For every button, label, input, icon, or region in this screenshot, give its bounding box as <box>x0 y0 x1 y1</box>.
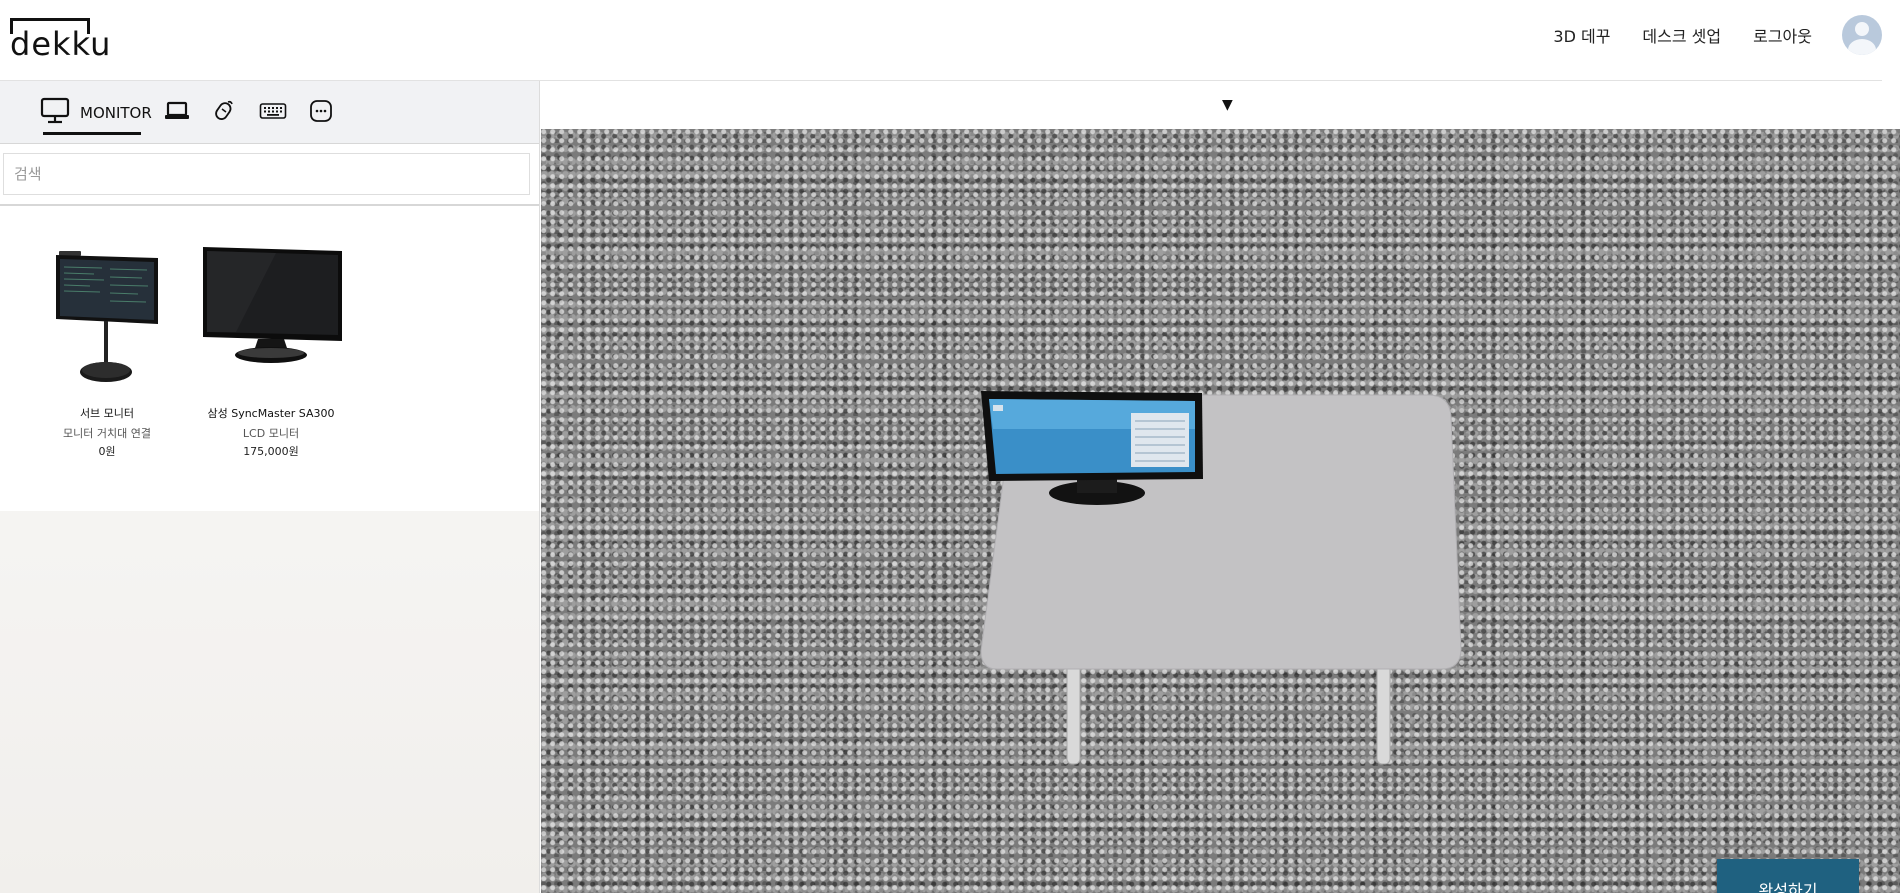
product-price: 175,000원 <box>243 445 299 458</box>
top-header: dekku 3D 데꾸 데스크 셋업 로그아웃 <box>0 0 1900 80</box>
search-input[interactable] <box>3 153 530 195</box>
product-name: 서브 모니터 <box>79 407 135 420</box>
dekku-logo[interactable]: dekku <box>10 18 110 62</box>
tab-monitor-label: MONITOR <box>80 103 152 122</box>
tab-keyboard[interactable] <box>259 81 287 144</box>
logo-text: dekku <box>10 25 112 63</box>
avatar-head <box>1855 22 1869 36</box>
product-image-sub-monitor <box>32 239 182 389</box>
product-panel: MONITOR 검색 서브 모니터 모니터 거치대 연결 0원 삼성 SyncM… <box>0 81 540 893</box>
search-area <box>0 144 539 206</box>
product-category: LCD 모니터 <box>242 427 300 440</box>
desk-scene <box>980 391 1462 765</box>
product-card[interactable]: 서브 모니터 모니터 거치대 연결 0원 <box>32 206 182 459</box>
nav-3d-dekku[interactable]: 3D 데꾸 <box>1553 23 1610 47</box>
product-category: 모니터 거치대 연결 <box>63 427 151 440</box>
collapse-toggle-icon[interactable]: ▼ <box>1222 97 1233 113</box>
product-card[interactable]: 삼성 SyncMaster SA300 LCD 모니터 175,000원 <box>196 206 346 459</box>
more-icon <box>309 99 333 127</box>
laptop-icon <box>164 100 190 126</box>
keyboard-icon <box>259 101 287 125</box>
mouse-icon <box>212 99 236 127</box>
avatar-body <box>1848 39 1876 55</box>
tab-laptop[interactable] <box>164 81 190 144</box>
tab-more[interactable] <box>309 81 333 144</box>
product-image-syncmaster <box>196 239 346 389</box>
user-avatar-icon[interactable] <box>1842 15 1882 55</box>
done-button[interactable]: 완성하기 <box>1717 859 1859 893</box>
product-name: 삼성 SyncMaster SA300 <box>207 407 335 420</box>
tab-mouse[interactable] <box>212 81 238 144</box>
nav-logout[interactable]: 로그아웃 <box>1753 23 1812 47</box>
3d-viewer: ▼ 완성하기 <box>541 81 1900 893</box>
viewer-toolbar: ▼ <box>541 81 1900 129</box>
active-tab-indicator <box>43 132 141 135</box>
monitor-icon <box>40 97 70 129</box>
product-price: 0원 <box>98 445 116 458</box>
top-nav: 3D 데꾸 데스크 셋업 로그아웃 <box>1553 0 1812 70</box>
3d-scene-canvas[interactable]: 완성하기 <box>541 129 1900 893</box>
nav-desk-setup[interactable]: 데스크 셋업 <box>1642 23 1721 47</box>
category-tabs: MONITOR <box>0 81 539 144</box>
product-list: 서브 모니터 모니터 거치대 연결 0원 삼성 SyncMaster SA300… <box>0 206 539 511</box>
